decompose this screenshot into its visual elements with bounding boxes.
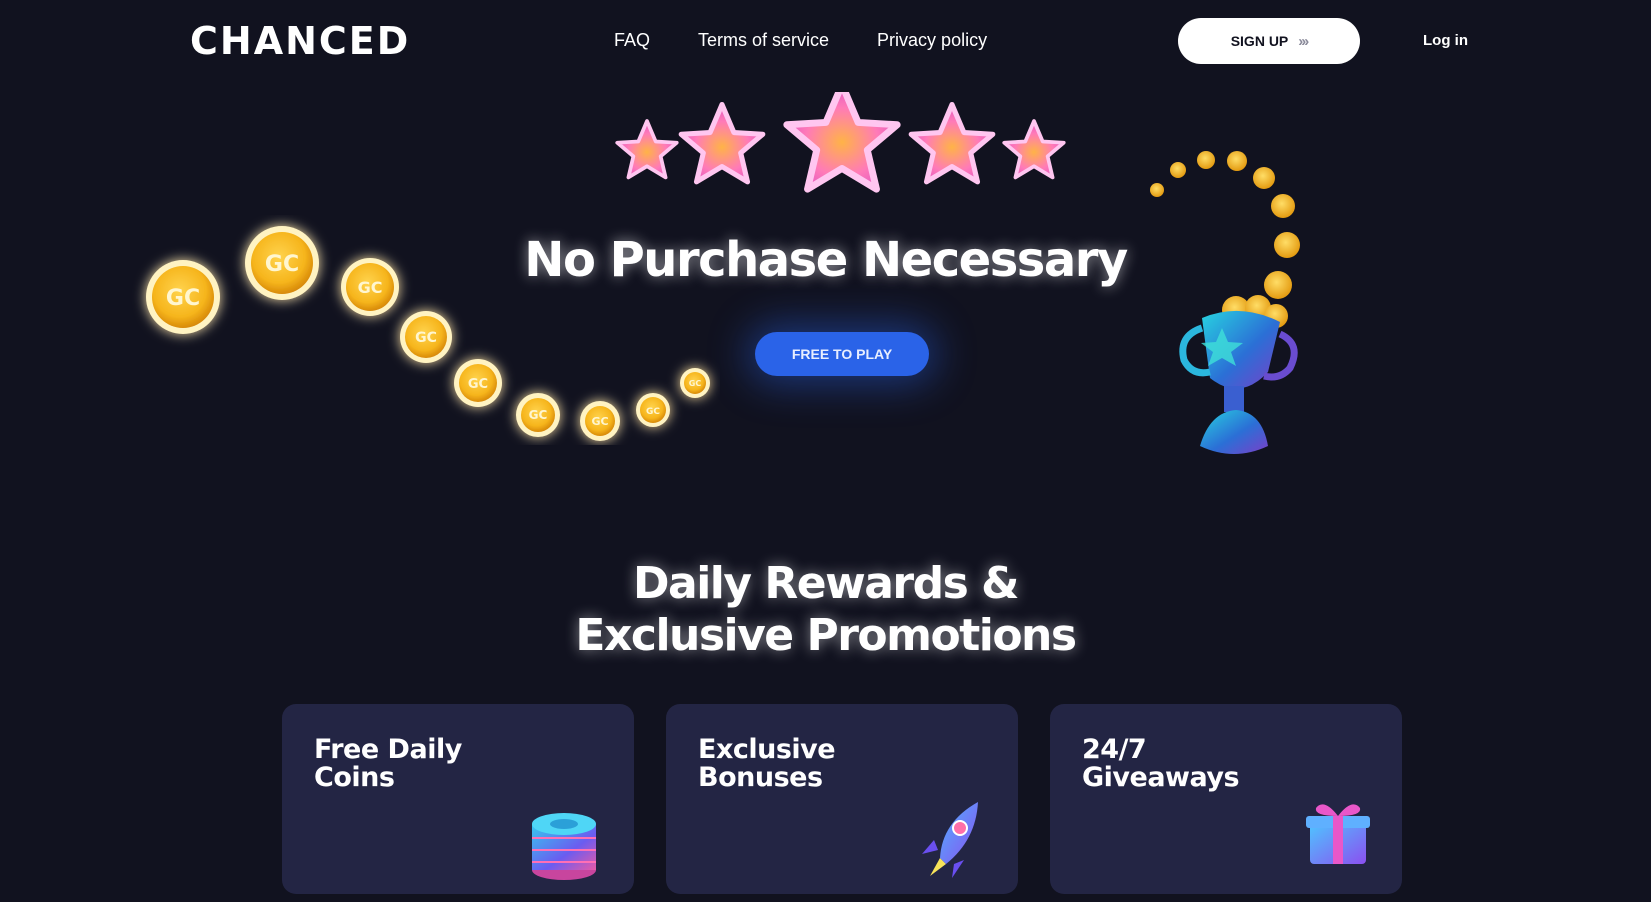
stars-decoration bbox=[615, 92, 1066, 193]
star-icon bbox=[1002, 119, 1066, 180]
card-title: 24/7 Giveaways bbox=[1082, 736, 1302, 792]
gold-coin-icon: GC bbox=[341, 258, 399, 316]
svg-text:GC: GC bbox=[591, 415, 608, 428]
gold-coin-icon bbox=[1253, 167, 1275, 189]
card-title-line2: Giveaways bbox=[1082, 762, 1240, 793]
gold-coin-icon: GC bbox=[454, 359, 502, 407]
coin-trail-decoration: GC GC GC GC GC GC GC GC GC bbox=[146, 226, 710, 441]
gold-coin-icon bbox=[1227, 151, 1247, 171]
gold-coin-icon: GC bbox=[580, 401, 620, 441]
svg-text:GC: GC bbox=[415, 330, 437, 346]
chanced-logo[interactable]: CHANCED bbox=[190, 20, 410, 62]
card-title: Exclusive Bonuses bbox=[698, 736, 918, 792]
card-title-line1: Free Daily bbox=[314, 734, 462, 765]
gold-coin-icon: GC bbox=[680, 368, 710, 398]
gold-coin-icon bbox=[1150, 183, 1164, 197]
star-icon bbox=[783, 92, 901, 193]
svg-text:GC: GC bbox=[358, 278, 383, 297]
card-exclusive-bonuses[interactable]: Exclusive Bonuses bbox=[666, 704, 1018, 894]
free-to-play-button[interactable]: FREE TO PLAY bbox=[755, 332, 929, 376]
gold-coin-icon: GC bbox=[636, 393, 670, 427]
card-title-line1: Exclusive bbox=[698, 734, 836, 765]
card-free-daily-coins[interactable]: Free Daily Coins bbox=[282, 704, 634, 894]
top-nav: FAQ Terms of service Privacy policy bbox=[614, 28, 987, 52]
svg-text:GC: GC bbox=[529, 408, 548, 422]
rocket-icon bbox=[922, 802, 978, 878]
card-title: Free Daily Coins bbox=[314, 736, 534, 792]
promotions-title: Daily Rewards & Exclusive Promotions bbox=[0, 558, 1651, 662]
sign-up-label: SIGN UP bbox=[1230, 33, 1289, 49]
gold-coin-icon: GC bbox=[400, 311, 452, 363]
gold-coin-icon bbox=[1264, 271, 1292, 299]
svg-text:GC: GC bbox=[166, 286, 200, 311]
gold-coin-icon: GC bbox=[516, 393, 560, 437]
trophy-icon bbox=[1179, 295, 1298, 454]
gold-coin-icon bbox=[1170, 162, 1186, 178]
gold-coin-icon: GC bbox=[245, 226, 319, 300]
promotions-title-line1: Daily Rewards & bbox=[632, 558, 1020, 609]
nav-faq[interactable]: FAQ bbox=[614, 28, 650, 52]
gold-coin-icon bbox=[1197, 151, 1215, 169]
sign-up-button[interactable]: SIGN UP ››› bbox=[1178, 18, 1360, 64]
nav-privacy-policy[interactable]: Privacy policy bbox=[877, 28, 987, 52]
landing-page: CHANCED FAQ Terms of service Privacy pol… bbox=[0, 0, 1651, 902]
gold-coin-icon: GC bbox=[146, 260, 220, 334]
chip-stack-icon bbox=[532, 813, 596, 880]
log-in-link[interactable]: Log in bbox=[1423, 32, 1468, 49]
nav-terms-of-service[interactable]: Terms of service bbox=[698, 28, 829, 52]
trophy-decoration bbox=[1150, 151, 1300, 454]
card-24-7-giveaways[interactable]: 24/7 Giveaways bbox=[1050, 704, 1402, 894]
star-icon bbox=[908, 101, 996, 185]
svg-text:GC: GC bbox=[646, 407, 660, 417]
star-icon bbox=[615, 119, 679, 180]
card-title-line2: Coins bbox=[314, 762, 395, 793]
svg-text:GC: GC bbox=[689, 379, 702, 388]
svg-text:GC: GC bbox=[265, 252, 299, 277]
star-icon bbox=[678, 101, 766, 185]
gift-icon bbox=[1306, 804, 1370, 864]
svg-text:GC: GC bbox=[468, 377, 488, 392]
card-title-line1: 24/7 bbox=[1082, 734, 1147, 765]
promotions-title-line2: Exclusive Promotions bbox=[575, 610, 1077, 661]
chevrons-right-icon: ››› bbox=[1298, 32, 1309, 50]
gold-coin-icon bbox=[1274, 232, 1300, 258]
card-title-line2: Bonuses bbox=[698, 762, 823, 793]
gold-coin-icon bbox=[1271, 194, 1295, 218]
